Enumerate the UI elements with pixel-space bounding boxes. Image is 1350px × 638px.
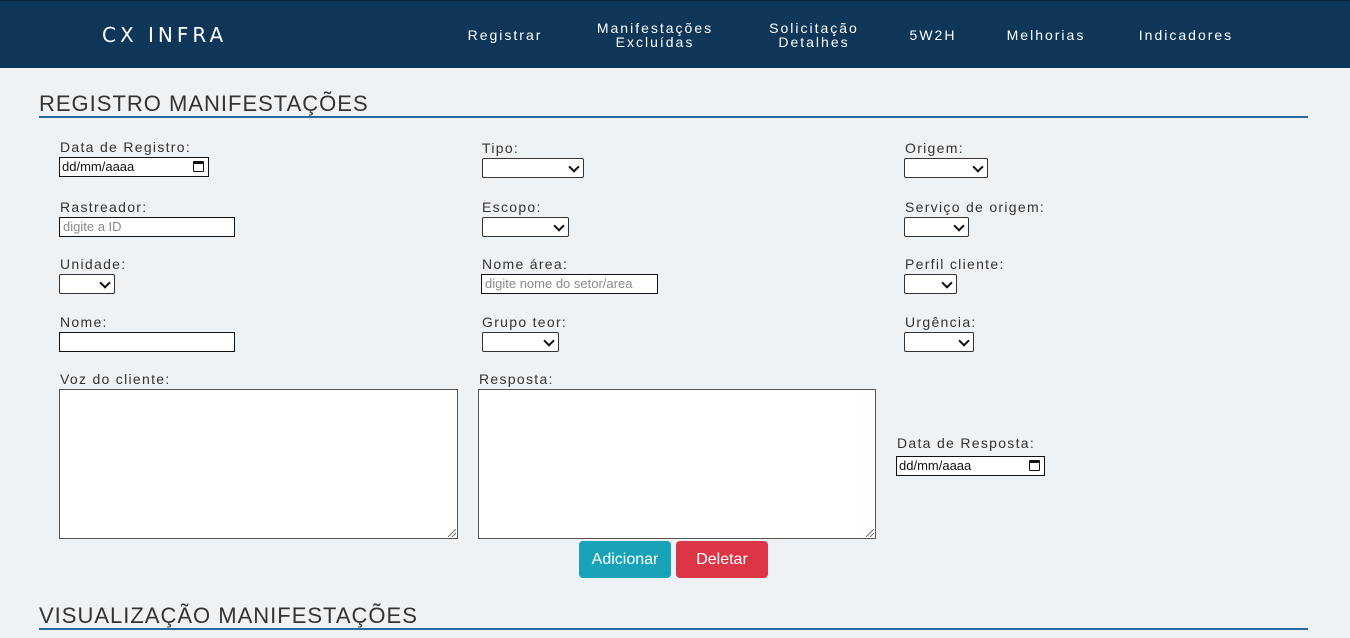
nome-area-input[interactable]: digite nome do setor/area — [481, 274, 658, 294]
nav-indicadores[interactable]: Indicadores — [1126, 1, 1246, 69]
nav-solicitacao-detalhes[interactable]: Solicitação Detalhes — [758, 1, 870, 69]
voz-cliente-textarea[interactable] — [59, 389, 458, 539]
chevron-down-icon — [958, 335, 970, 347]
nav-label: Indicadores — [1138, 27, 1234, 43]
urgencia-select[interactable] — [904, 332, 974, 352]
data-registro-label: Data de Registro: — [60, 139, 192, 155]
data-registro-input[interactable]: dd/mm/aaaa — [59, 157, 209, 177]
resposta-label: Resposta: — [479, 371, 554, 387]
chevron-down-icon — [553, 220, 565, 232]
tipo-select[interactable] — [482, 158, 584, 178]
nav-melhorias[interactable]: Melhorias — [996, 1, 1096, 69]
button-label: Adicionar — [591, 550, 659, 568]
calendar-icon[interactable] — [1029, 460, 1040, 471]
voz-cliente-label: Voz do cliente: — [60, 371, 171, 387]
resposta-textarea[interactable] — [478, 389, 876, 539]
escopo-select[interactable] — [482, 217, 569, 237]
unidade-label: Unidade: — [60, 256, 127, 272]
nav-label-line1: Solicitação — [769, 20, 859, 36]
date-value: dd/mm/aaaa — [62, 159, 135, 174]
date-value: dd/mm/aaaa — [899, 458, 972, 473]
rastreador-placeholder: digite a ID — [63, 219, 122, 234]
nome-area-placeholder: digite nome do setor/area — [485, 276, 633, 291]
top-navbar: CX INFRA Registrar Manifestações Excluíd… — [0, 0, 1350, 68]
unidade-select[interactable] — [59, 274, 115, 294]
title-divider — [39, 116, 1308, 118]
chevron-down-icon — [972, 161, 984, 173]
brand-logo[interactable]: CX INFRA — [102, 23, 227, 47]
rastreador-label: Rastreador: — [60, 199, 148, 215]
nome-area-label: Nome área: — [482, 256, 569, 272]
adicionar-button[interactable]: Adicionar — [579, 541, 671, 578]
resize-grip-icon[interactable] — [448, 529, 456, 537]
urgencia-label: Urgência: — [905, 314, 977, 330]
nav-label: 5W2H — [909, 27, 957, 43]
tipo-label: Tipo: — [482, 140, 520, 156]
perfil-cliente-label: Perfil cliente: — [905, 256, 1005, 272]
origem-select[interactable] — [904, 158, 988, 178]
resize-grip-icon[interactable] — [866, 529, 874, 537]
chevron-down-icon — [941, 277, 953, 289]
data-resposta-input[interactable]: dd/mm/aaaa — [896, 456, 1045, 476]
nav-registrar[interactable]: Registrar — [455, 1, 555, 69]
servico-origem-select[interactable] — [904, 217, 969, 237]
nav-label: Melhorias — [1006, 27, 1086, 43]
origem-label: Origem: — [905, 140, 964, 156]
deletar-button[interactable]: Deletar — [676, 541, 768, 578]
nome-label: Nome: — [60, 314, 108, 330]
grupo-teor-select[interactable] — [482, 332, 559, 352]
nav-label-line2: Excluídas — [615, 34, 695, 50]
servico-origem-label: Serviço de origem: — [905, 199, 1046, 215]
chevron-down-icon — [99, 277, 111, 289]
calendar-icon[interactable] — [193, 161, 204, 172]
nav-label-line1: Manifestações — [596, 20, 714, 36]
chevron-down-icon — [543, 335, 555, 347]
grupo-teor-label: Grupo teor: — [482, 314, 568, 330]
escopo-label: Escopo: — [482, 199, 542, 215]
data-resposta-label: Data de Resposta: — [897, 435, 1036, 451]
nav-label-line2: Detalhes — [778, 34, 850, 50]
page-title: REGISTRO MANIFESTAÇÕES — [39, 91, 369, 116]
nome-input[interactable] — [59, 332, 235, 352]
rastreador-input[interactable]: digite a ID — [59, 217, 235, 237]
chevron-down-icon — [953, 220, 965, 232]
nav-label: Registrar — [467, 27, 543, 43]
button-label: Deletar — [696, 550, 748, 568]
chevron-down-icon — [568, 161, 580, 173]
nav-5w2h[interactable]: 5W2H — [900, 1, 966, 69]
perfil-cliente-select[interactable] — [904, 274, 957, 294]
nav-manifestacoes-excluidas[interactable]: Manifestações Excluídas — [585, 1, 725, 69]
visualizacao-title: VISUALIZAÇÃO MANIFESTAÇÕES — [39, 603, 418, 628]
visualizacao-divider — [39, 628, 1308, 630]
